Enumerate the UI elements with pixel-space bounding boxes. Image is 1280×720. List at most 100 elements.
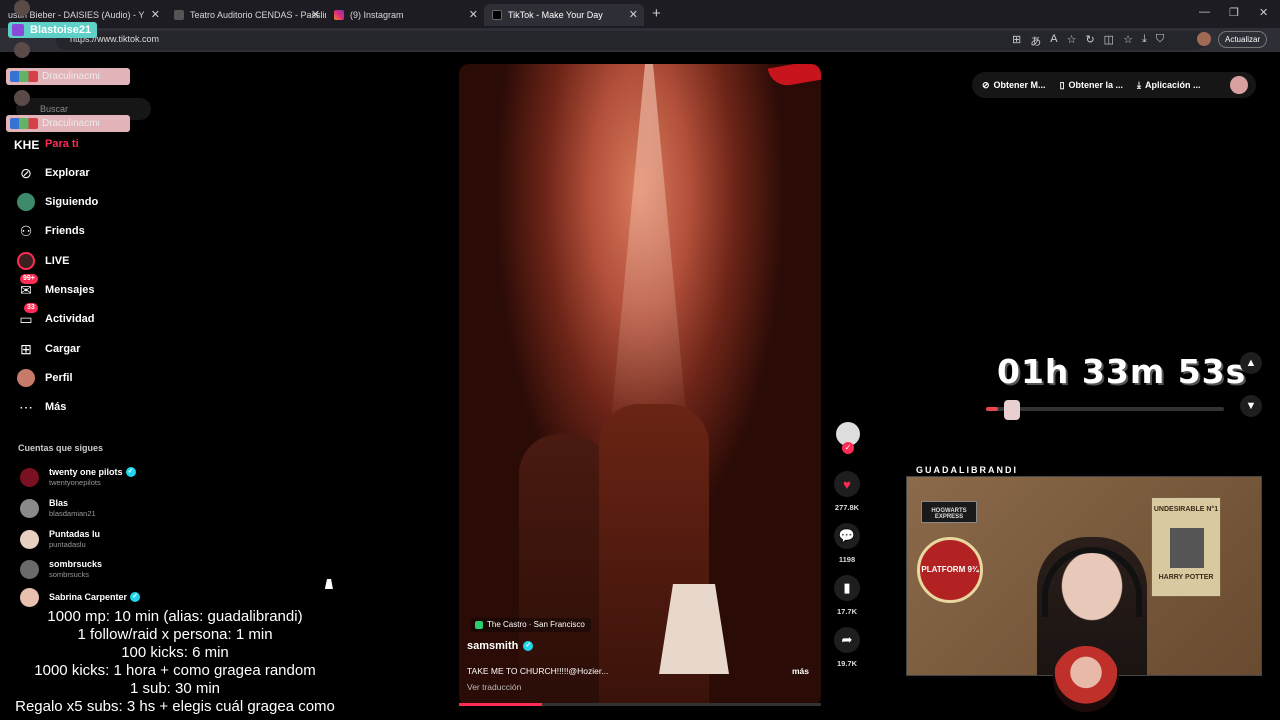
- nav-label: Actividad: [45, 313, 95, 325]
- rule-line: Regalo x5 subs: 3 hs + elegis cuál grage…: [15, 698, 335, 715]
- comment-action[interactable]: 💬 1198: [833, 523, 861, 564]
- creator-avatar[interactable]: [836, 422, 860, 454]
- video-progress-fill: [459, 703, 543, 706]
- tab-close-icon[interactable]: ✕: [151, 8, 160, 21]
- account-avatar: [20, 529, 39, 549]
- new-tab-button[interactable]: +: [652, 5, 661, 22]
- translate-icon[interactable]: あ: [1030, 33, 1041, 49]
- poster-photo: [1170, 528, 1204, 568]
- tab-close-icon[interactable]: ✕: [469, 8, 478, 21]
- maximize-button[interactable]: ❐: [1229, 6, 1239, 19]
- verified-icon: ✓: [523, 641, 534, 651]
- hogwarts-sign: HOGWARTS EXPRESS: [921, 501, 977, 523]
- apps-icon[interactable]: ⊞: [1012, 33, 1021, 49]
- split-icon[interactable]: ◫: [1104, 33, 1114, 49]
- nav-mas[interactable]: ⋯ Más: [16, 396, 66, 418]
- next-video-button[interactable]: ▼: [1240, 395, 1262, 417]
- tab-close-icon[interactable]: ✕: [629, 8, 638, 21]
- pill-label: Obtener la ...: [1068, 80, 1124, 90]
- favorite-star-icon[interactable]: ☆: [1067, 33, 1077, 49]
- poster-title: UNDESIRABLE N°1: [1153, 506, 1219, 513]
- save-count: 17.7K: [836, 607, 857, 616]
- bookmark-icon[interactable]: ▮: [834, 575, 860, 601]
- shield-icon[interactable]: ⛉: [1156, 33, 1164, 49]
- upload-icon: ⊞: [20, 340, 32, 357]
- collections-icon[interactable]: ☆: [1123, 33, 1133, 49]
- account-puntadaslu[interactable]: Puntadas lu puntadaslu: [20, 526, 100, 552]
- account-sombrsucks[interactable]: sombrsucks sombrsucks: [20, 556, 102, 582]
- verified-icon: ✓: [125, 467, 136, 477]
- nav-live[interactable]: LIVE: [16, 250, 69, 272]
- tab-close-icon[interactable]: ✕: [311, 8, 320, 21]
- video-progress-bar[interactable]: [459, 703, 821, 706]
- account-name: Blas: [49, 498, 69, 508]
- screen: ustin Bieber - DAISIES (Audio) - Y ✕ Tea…: [0, 0, 1280, 720]
- passline-favicon-icon: [174, 10, 184, 20]
- toolbar-icons: ⊞ あ A ☆ ↻ ◫ ☆ ⤓ ⛉: [1012, 33, 1164, 49]
- poster-name: HARRY POTTER: [1158, 574, 1214, 581]
- translate-link[interactable]: Ver traducción: [467, 682, 521, 692]
- window-close-button[interactable]: ✕: [1259, 6, 1268, 19]
- get-app-button[interactable]: ▯ Obtener la ...: [1060, 80, 1123, 91]
- brand-logo[interactable]: KHE: [14, 138, 39, 152]
- tab-title: TikTok - Make Your Day: [508, 10, 603, 20]
- timer-sprite-icon: [1004, 400, 1020, 420]
- user-avatar[interactable]: [1230, 76, 1248, 94]
- tab-tiktok[interactable]: TikTok - Make Your Day ✕: [484, 4, 644, 26]
- account-handle: blasdamian21: [49, 509, 96, 518]
- refresh-icon[interactable]: ↻: [1085, 33, 1094, 49]
- more-dots-icon: ⋯: [19, 398, 33, 415]
- update-button[interactable]: Actualizar: [1218, 31, 1268, 48]
- overlay-user-badge: Blastoise21: [8, 22, 98, 38]
- download-icon[interactable]: ⤓: [1142, 33, 1147, 49]
- nav-actividad[interactable]: ▭ 33 Actividad: [16, 303, 95, 330]
- nav-mensajes[interactable]: ✉ 99+ Mensajes: [16, 274, 95, 301]
- nav-label: Perfil: [45, 372, 73, 384]
- account-name: sombrsucks: [49, 559, 103, 569]
- chat-avatar: [14, 0, 30, 16]
- comment-icon[interactable]: 💬: [834, 523, 860, 549]
- chat-avatar: [14, 42, 30, 58]
- video-author[interactable]: samsmith ✓: [467, 640, 534, 652]
- nav-label: LIVE: [45, 255, 70, 267]
- nav-cargar[interactable]: ⊞ Cargar: [16, 338, 80, 360]
- chat-avatar: [14, 90, 30, 106]
- desktop-app-button[interactable]: ⤓ Aplicación ...: [1137, 80, 1201, 91]
- browser-profile-avatar[interactable]: [1197, 32, 1211, 46]
- caption-more-button[interactable]: más: [792, 666, 809, 676]
- account-blas[interactable]: Blas blasdamian21: [20, 495, 96, 521]
- save-action[interactable]: ▮ 17.7K: [833, 575, 861, 616]
- account-name: Sabrina Carpenter: [49, 592, 128, 602]
- account-twentyonepilots[interactable]: twenty one pilots ✓ twentyonepilots: [20, 464, 136, 490]
- nav-perfil[interactable]: Perfil: [16, 367, 73, 389]
- reader-icon[interactable]: A: [1050, 33, 1057, 49]
- minimize-button[interactable]: —: [1199, 6, 1210, 18]
- share-action[interactable]: ➦ 19.7K: [833, 627, 861, 668]
- nav-siguiendo[interactable]: Siguiendo: [16, 191, 98, 213]
- share-icon[interactable]: ➦: [834, 627, 860, 653]
- nav-label: Siguiendo: [45, 196, 99, 208]
- location-tag[interactable]: The Castro · San Francisco: [471, 618, 591, 632]
- tab-passline[interactable]: Teatro Auditorio CENDAS - Passlin ✕: [166, 4, 326, 26]
- streamer-name: GUADALIBRANDI: [916, 465, 1018, 475]
- account-avatar: [20, 559, 39, 579]
- account-sabrinacarpenter[interactable]: Sabrina Carpenter ✓: [20, 584, 141, 610]
- tab-instagram[interactable]: (9) Instagram ✕: [326, 4, 484, 26]
- compass-icon: ⊘: [20, 164, 32, 181]
- chevron-up-icon: ▲: [1245, 357, 1257, 369]
- account-avatar: [20, 587, 39, 607]
- nav-label: Explorar: [45, 167, 90, 179]
- previous-video-button[interactable]: ▲: [1240, 352, 1262, 374]
- get-coins-button[interactable]: ⊘ Obtener M...: [982, 80, 1046, 91]
- sign-text: HOGWARTS EXPRESS: [931, 508, 967, 520]
- account-avatar: [20, 467, 39, 487]
- nav-explorar[interactable]: ⊘ Explorar: [16, 162, 90, 184]
- nav-for-you[interactable]: Para ti: [45, 138, 79, 150]
- messages-icon: ✉ 99+: [16, 274, 38, 300]
- nav-friends[interactable]: ⚇ Friends: [16, 220, 85, 242]
- heart-icon[interactable]: ♥: [834, 471, 860, 497]
- like-action[interactable]: ♥ 277.8K: [833, 471, 861, 512]
- pill-label: Aplicación ...: [1145, 80, 1201, 90]
- tiktok-favicon-icon: [492, 10, 502, 20]
- video-player[interactable]: The Castro · San Francisco samsmith ✓ TA…: [459, 64, 821, 706]
